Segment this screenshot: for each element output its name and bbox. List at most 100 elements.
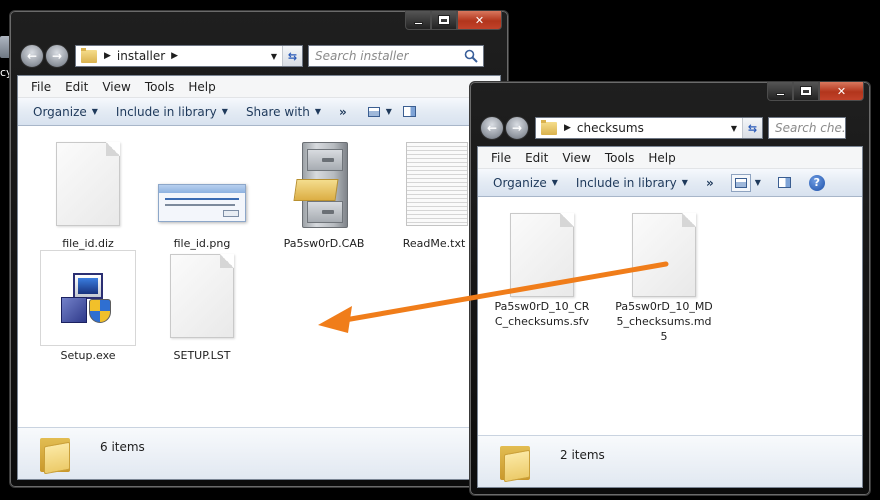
close-button[interactable]: ✕ (457, 11, 502, 30)
share-with-button[interactable]: Share with ▼ (237, 105, 330, 119)
organize-button[interactable]: Organize ▼ (24, 105, 107, 119)
organize-button[interactable]: Organize ▼ (484, 176, 567, 190)
document-icon (170, 254, 234, 338)
more-commands-button[interactable]: » (697, 176, 723, 190)
organize-label: Organize (493, 175, 547, 190)
file-name: Setup.exe (60, 349, 116, 362)
folder-icon (500, 444, 530, 482)
dropdown-arrow-icon: ▼ (314, 107, 321, 116)
address-dropdown-icon[interactable]: ▼ (726, 118, 742, 138)
view-dropdown-icon[interactable]: ▼ (755, 178, 761, 187)
breadcrumb-checksums[interactable]: checksums (577, 121, 644, 135)
search-input[interactable]: Search installer (315, 49, 409, 63)
item-count: 6 items (100, 439, 145, 454)
dropdown-arrow-icon: ▼ (91, 107, 98, 116)
file-item[interactable]: file_id.png (152, 138, 252, 251)
maximize-icon (439, 16, 449, 24)
refresh-button[interactable]: ⇆ (742, 118, 762, 138)
item-count: 2 items (560, 447, 605, 462)
breadcrumb-installer[interactable]: installer (117, 49, 165, 63)
document-icon (56, 142, 120, 226)
search-input[interactable]: Search che... (775, 121, 845, 135)
forward-button[interactable]: → (505, 116, 529, 140)
file-item[interactable]: Pa5sw0rD.CAB (274, 138, 374, 251)
menu-file[interactable]: File (484, 151, 518, 165)
menu-file[interactable]: File (24, 80, 58, 94)
close-icon: ✕ (836, 84, 847, 98)
preview-pane-button[interactable] (775, 174, 795, 192)
change-view-button[interactable] (364, 103, 384, 121)
menu-tools[interactable]: Tools (598, 151, 642, 165)
refresh-button[interactable]: ⇆ (282, 46, 302, 66)
preview-pane-icon (403, 106, 417, 117)
address-bar[interactable]: ▶ checksums ▼ ⇆ (535, 117, 763, 139)
dropdown-arrow-icon: ▼ (221, 107, 228, 116)
menu-view[interactable]: View (95, 80, 137, 94)
folder-icon (81, 47, 97, 63)
menu-edit[interactable]: Edit (518, 151, 555, 165)
maximize-button[interactable] (793, 82, 819, 101)
details-pane: 2 items (478, 435, 862, 487)
breadcrumb-chevron-icon[interactable]: ▶ (104, 51, 111, 61)
menu-edit[interactable]: Edit (58, 80, 95, 94)
breadcrumb-chevron-icon[interactable]: ▶ (564, 123, 571, 133)
checksums-client-area: File Edit View Tools Help Organize ▼ Incl… (477, 146, 863, 488)
preview-pane-icon (778, 177, 792, 188)
include-in-library-button[interactable]: Include in library ▼ (107, 105, 237, 119)
forward-button[interactable]: → (45, 44, 69, 68)
menu-help[interactable]: Help (181, 80, 222, 94)
setup-installer-icon (59, 273, 117, 327)
search-box[interactable]: Search che... (768, 117, 846, 139)
menu-help[interactable]: Help (641, 151, 682, 165)
share-label: Share with (245, 104, 310, 119)
help-button[interactable]: ? (807, 174, 827, 192)
file-item[interactable]: Setup.exe (38, 250, 138, 363)
file-item[interactable]: Pa5sw0rD_10_CRC_checksums.sfv (492, 209, 592, 329)
caption-buttons: ✕ (405, 11, 502, 31)
search-box[interactable]: Search installer (308, 45, 484, 67)
close-button[interactable]: ✕ (819, 82, 864, 101)
minimize-icon (413, 21, 423, 25)
command-bar: Organize ▼ Include in library ▼ Share with… (18, 98, 500, 126)
checksums-window: ✕ ← → ▶ checksums ▼ ⇆ Search che... File… (469, 81, 871, 496)
view-icon (734, 177, 747, 188)
include-in-library-button[interactable]: Include in library ▼ (567, 176, 697, 190)
address-bar[interactable]: ▶ installer ▶ ▼ ⇆ (75, 45, 303, 67)
caption-buttons: ✕ (767, 82, 864, 102)
more-commands-button[interactable]: » (330, 105, 356, 119)
back-button[interactable]: ← (20, 44, 44, 68)
file-name: Pa5sw0rD_10_MD5_checksums.md5 (615, 300, 713, 343)
minimize-button[interactable] (405, 11, 431, 30)
back-button[interactable]: ← (480, 116, 504, 140)
back-arrow-icon: ← (26, 49, 38, 63)
minimize-icon (775, 92, 785, 96)
file-name: Pa5sw0rD_10_CRC_checksums.sfv (494, 300, 590, 328)
folder-icon (541, 119, 557, 135)
breadcrumb-chevron-icon[interactable]: ▶ (171, 51, 178, 61)
view-dropdown-icon[interactable]: ▼ (386, 107, 392, 116)
search-icon[interactable] (463, 48, 479, 64)
image-thumbnail-icon (158, 184, 246, 222)
folder-icon (40, 436, 70, 474)
installer-window: ✕ ← → ▶ installer ▶ ▼ ⇆ Search installer… (9, 10, 509, 488)
include-label: Include in library (575, 175, 677, 190)
address-dropdown-icon[interactable]: ▼ (266, 46, 282, 66)
menu-view[interactable]: View (555, 151, 597, 165)
view-icon (367, 106, 380, 117)
change-view-button[interactable] (730, 173, 751, 192)
details-pane: 6 items (18, 427, 500, 479)
file-item[interactable]: Pa5sw0rD_10_MD5_checksums.md5 (614, 209, 714, 344)
preview-pane-button[interactable] (400, 103, 420, 121)
menu-bar: File Edit View Tools Help (478, 147, 862, 169)
menu-tools[interactable]: Tools (138, 80, 182, 94)
maximize-button[interactable] (431, 11, 457, 30)
navigation-bar: ← → ▶ installer ▶ ▼ ⇆ Search installer (20, 41, 500, 71)
cabinet-archive-icon (293, 142, 348, 228)
help-icon: ? (808, 174, 825, 191)
file-item[interactable]: file_id.diz (38, 138, 138, 251)
menu-bar: File Edit View Tools Help (18, 76, 500, 98)
refresh-icon: ⇆ (747, 121, 758, 135)
file-item[interactable]: SETUP.LST (152, 250, 252, 363)
organize-label: Organize (33, 104, 87, 119)
minimize-button[interactable] (767, 82, 793, 101)
